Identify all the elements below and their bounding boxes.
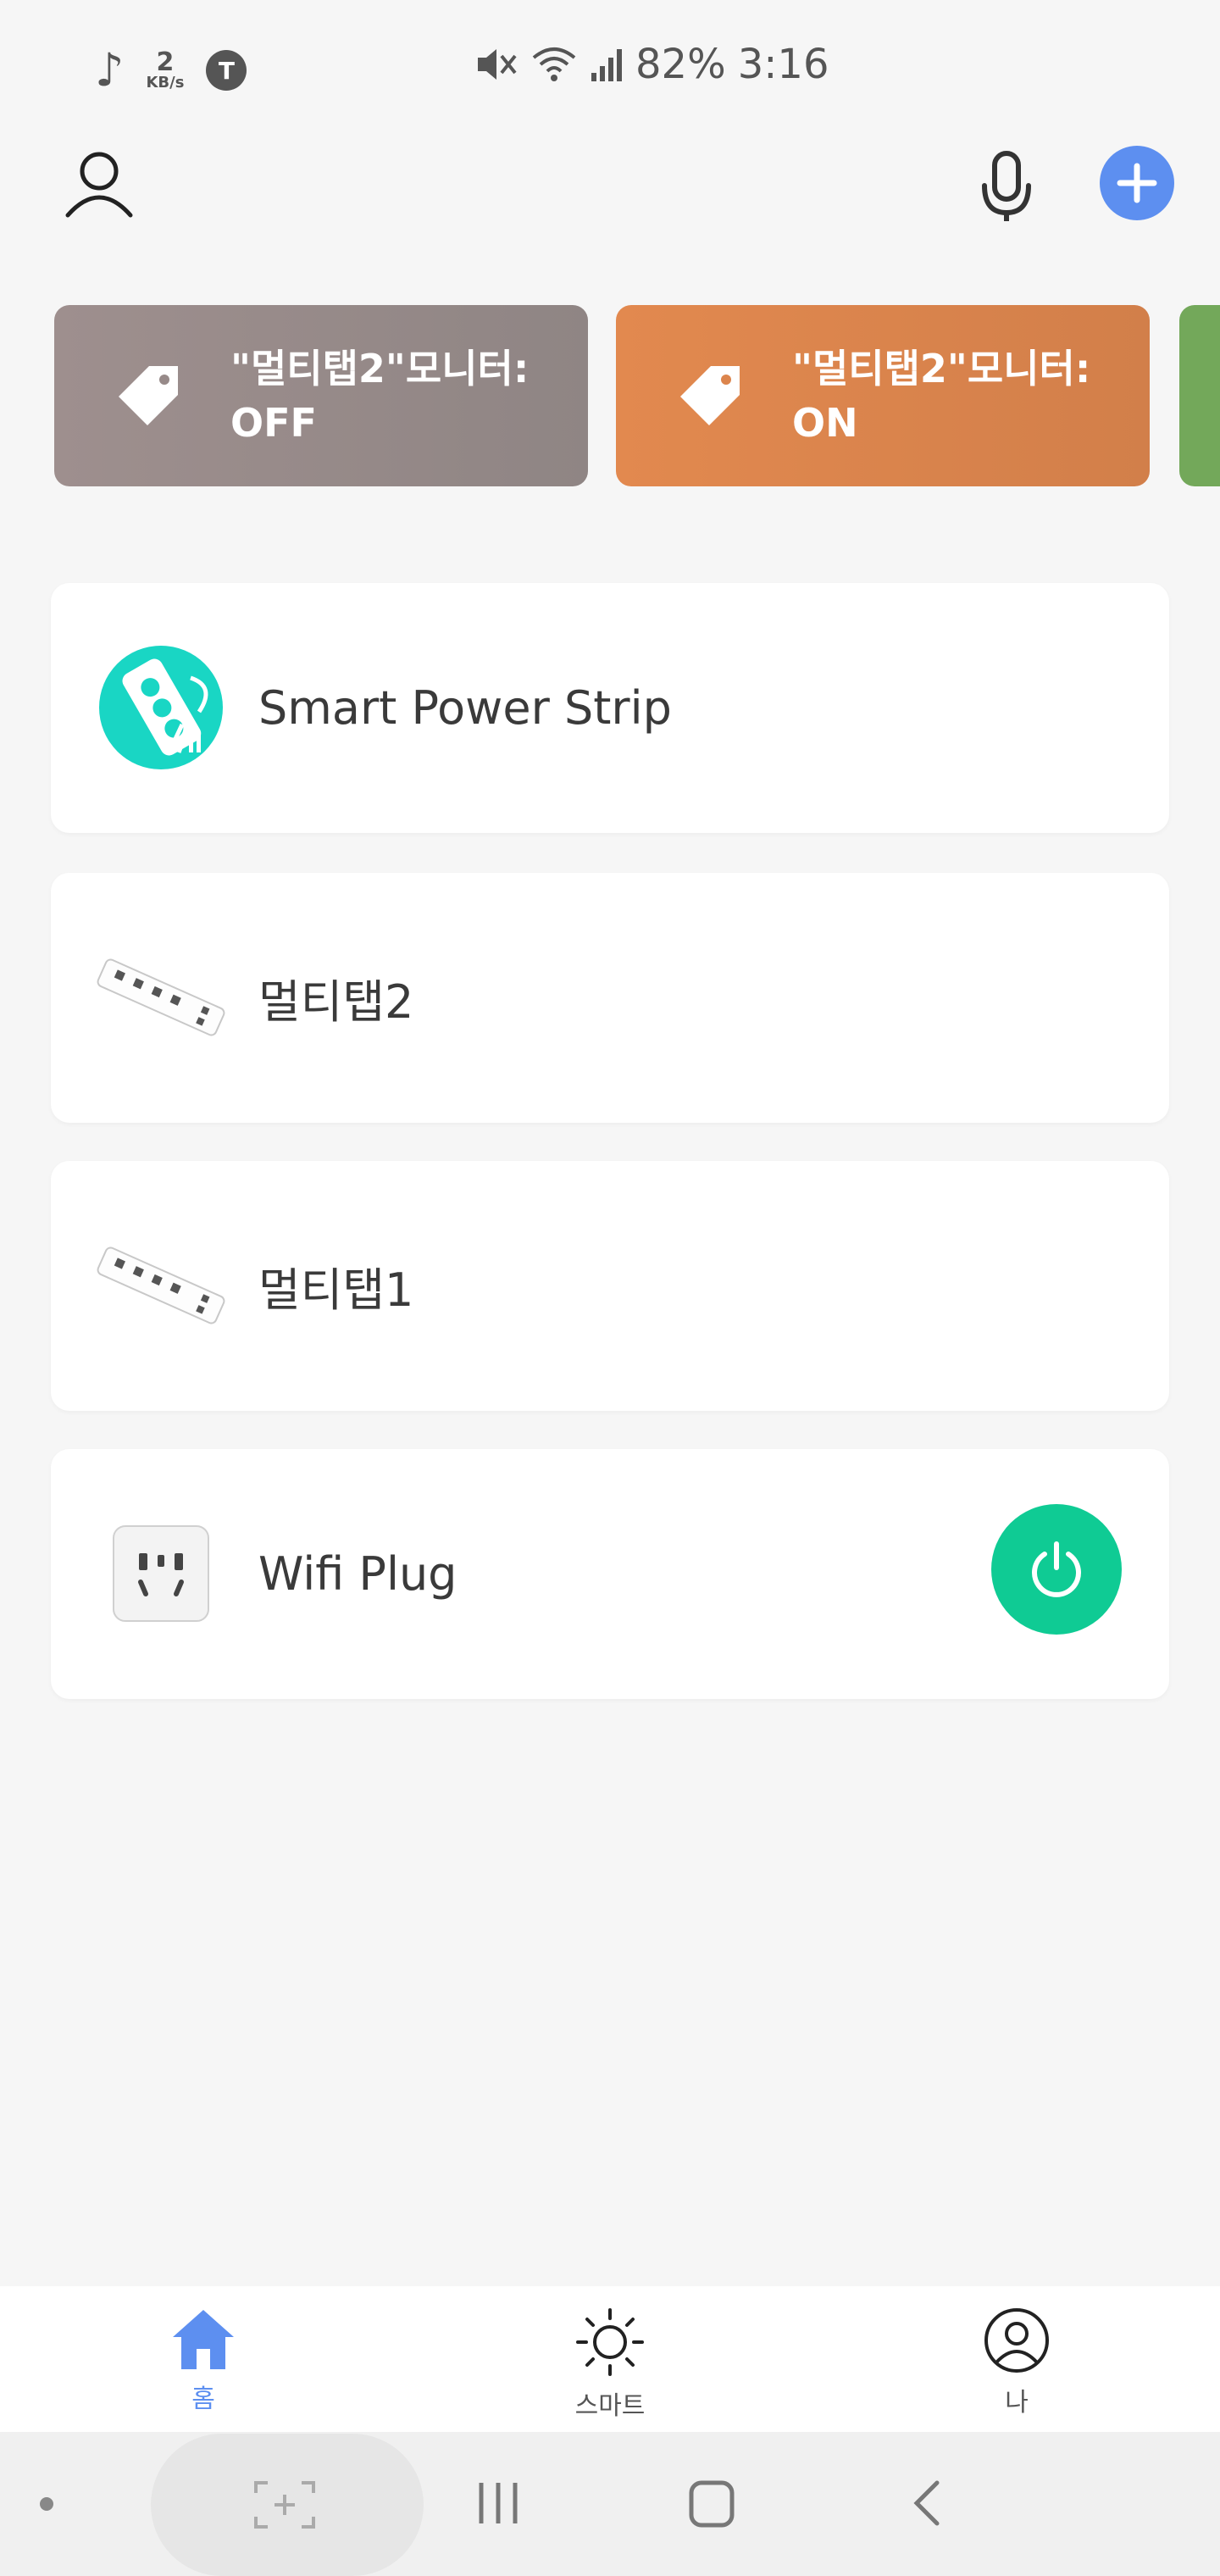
battery-level: 82% — [635, 41, 726, 88]
device-card-smart-power-strip[interactable]: Smart Power Strip — [51, 583, 1169, 833]
microphone-icon[interactable] — [974, 148, 1039, 225]
nav-tab-smart[interactable]: 스마트 — [483, 2286, 737, 2432]
dot-icon[interactable] — [37, 2495, 56, 2513]
scene-card-partial[interactable] — [1179, 305, 1220, 486]
scene-label: "멀티탭2"모니터: OFF — [230, 346, 530, 446]
carrier-badge: T — [206, 50, 247, 91]
back-icon[interactable] — [910, 2478, 944, 2529]
profile-icon — [984, 2308, 1049, 2373]
device-name: Smart Power Strip — [258, 681, 672, 735]
tag-icon — [119, 366, 178, 425]
network-speed: 2 KB/s — [146, 50, 184, 91]
nav-tab-me[interactable]: 나 — [890, 2286, 1144, 2432]
sun-icon — [576, 2308, 644, 2376]
network-speed-unit: KB/s — [146, 74, 185, 92]
power-icon — [1032, 1541, 1081, 1597]
power-strip-icon — [93, 644, 229, 771]
wifi-icon — [532, 47, 576, 81]
add-icon — [1117, 163, 1157, 203]
scene-label: "멀티탭2"모니터: ON — [792, 346, 1091, 446]
multitap-image — [93, 934, 229, 1061]
device-card-multitap1[interactable]: 멀티탭1 — [51, 1161, 1169, 1411]
mute-icon — [478, 49, 517, 80]
scene-card-monitor-off[interactable]: "멀티탭2"모니터: OFF — [54, 305, 588, 486]
clock: 3:16 — [737, 41, 829, 88]
add-button[interactable] — [1100, 146, 1174, 220]
device-name: 멀티탭1 — [258, 1263, 414, 1317]
power-toggle-button[interactable] — [991, 1504, 1122, 1635]
music-note-icon: ♪ — [95, 43, 125, 97]
nav-label-home: 홈 — [191, 2384, 215, 2414]
recents-icon[interactable] — [474, 2479, 522, 2527]
device-name: Wifi Plug — [258, 1547, 458, 1601]
device-name: 멀티탭2 — [258, 975, 414, 1029]
nav-tab-home[interactable]: 홈 — [76, 2286, 330, 2432]
scene-card-monitor-on[interactable]: "멀티탭2"모니터: ON — [616, 305, 1150, 486]
device-card-multitap2[interactable]: 멀티탭2 — [51, 873, 1169, 1123]
plug-icon — [93, 1510, 229, 1637]
status-right: 82% 3:16 — [474, 44, 829, 85]
tag-icon — [680, 366, 740, 425]
multitap-image — [93, 1222, 229, 1349]
signal-icon — [591, 49, 622, 81]
user-icon[interactable] — [61, 146, 137, 222]
home-button-icon[interactable] — [688, 2479, 735, 2529]
nav-label-smart: 스마트 — [574, 2391, 646, 2421]
network-speed-value: 2 — [156, 47, 175, 77]
scan-icon[interactable] — [252, 2479, 317, 2530]
device-card-wifi-plug[interactable]: Wifi Plug — [51, 1449, 1169, 1699]
status-left: ♪ 2 KB/s T — [95, 47, 247, 93]
home-icon — [173, 2310, 234, 2369]
nav-label-me: 나 — [1005, 2388, 1029, 2418]
